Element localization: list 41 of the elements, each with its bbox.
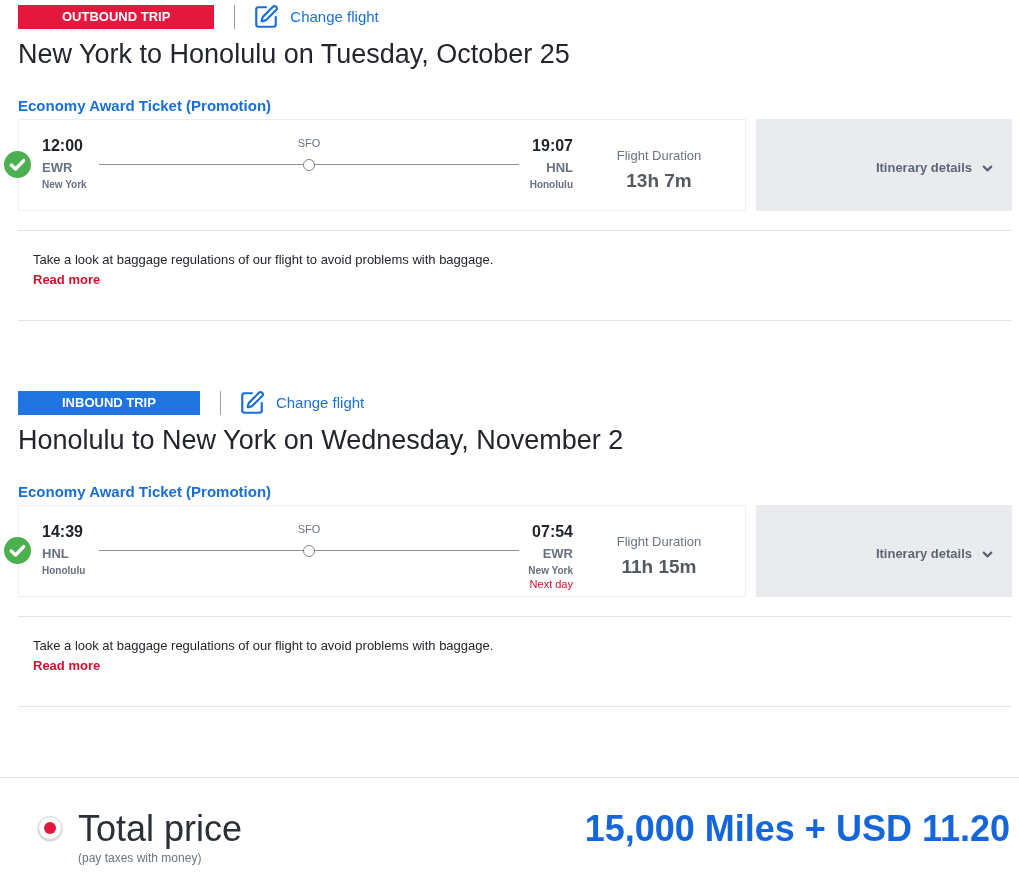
itinerary-details-button[interactable]: Itinerary details [756,119,1012,211]
city-name: New York [42,178,87,192]
fare-type-link[interactable]: Economy Award Ticket (Promotion) [18,482,272,502]
radio-button[interactable] [38,816,62,840]
duration-value: 11h 15m [621,555,697,579]
duration-label: Flight Duration [616,533,702,551]
city-name: New York [528,564,573,578]
stop-marker-icon [303,544,315,557]
airport-code: EWR [542,545,573,563]
stop-airport: SFO [297,522,321,536]
baggage-note: Take a look at baggage regulations of our flight to avoid problems with baggage. [33,251,494,269]
trip-title: New York to Honolulu on Tuesday, October 25 [18,38,571,70]
time-text: 12:00 [42,136,83,156]
total-price-label: Total price [78,809,243,849]
change-flight-link[interactable]: Change flight [238,390,365,416]
time-text: 07:54 [532,522,573,542]
stop-airport: SFO [297,136,321,150]
trip-title: Honolulu to New York on Wednesday, November 2 [18,424,625,456]
duration-value: 13h 7m [626,169,692,193]
read-more-link[interactable]: Read more [33,270,101,290]
time-text: 19:07 [532,136,573,156]
time-text: 14:39 [42,522,83,542]
duration-label: Flight Duration [616,147,702,165]
itinerary-details-button[interactable]: Itinerary details [756,505,1012,597]
fare-type-link[interactable]: Economy Award Ticket (Promotion) [18,96,272,116]
baggage-note: Take a look at baggage regulations of our flight to avoid problems with baggage. [33,637,494,655]
stop-marker-icon [303,158,315,171]
city-name: Honolulu [529,178,573,192]
airport-code: HNL [546,159,573,177]
edit-icon [253,4,280,30]
edit-icon [238,390,265,416]
airport-code: HNL [42,545,69,563]
next-day-note: Next day [529,578,573,590]
airport-code: EWR [42,159,73,177]
trip-badge: OUTBOUND TRIP [18,5,215,29]
change-flight-link[interactable]: Change flight [253,4,379,30]
total-price-value: 15,000 Miles + USD 11.20 [584,809,1010,849]
taxes-note: (pay taxes with money) [78,850,203,866]
read-more-link[interactable]: Read more [33,656,101,676]
trip-badge: INBOUND TRIP [18,391,200,415]
city-name: Honolulu [42,564,86,578]
